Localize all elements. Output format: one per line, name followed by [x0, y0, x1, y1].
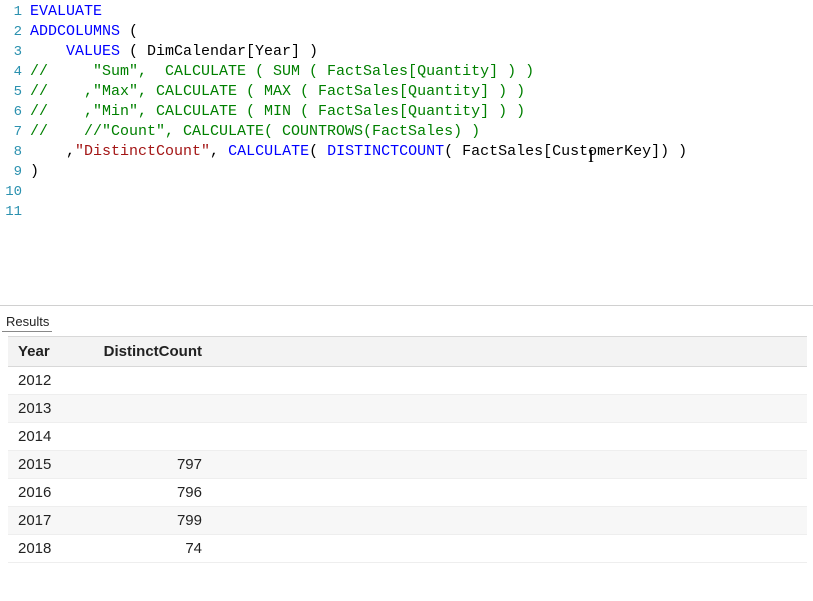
results-panel: Results Year DistinctCount 2012201320142…: [0, 306, 813, 601]
line-number: 10: [0, 182, 30, 202]
code-line[interactable]: 6// ,"Min", CALCULATE ( MIN ( FactSales[…: [0, 102, 813, 122]
code-line[interactable]: 4// "Sum", CALCULATE ( SUM ( FactSales[Q…: [0, 62, 813, 82]
code-content[interactable]: // ,"Max", CALCULATE ( MAX ( FactSales[Q…: [30, 82, 813, 102]
table-row[interactable]: 2015797: [8, 451, 807, 479]
column-header-distinctcount[interactable]: DistinctCount: [72, 337, 212, 367]
cell-year: 2015: [8, 451, 72, 479]
line-number: 3: [0, 42, 30, 62]
cell-blank: [212, 451, 807, 479]
results-tab[interactable]: Results: [2, 312, 52, 332]
line-number: 9: [0, 162, 30, 182]
cell-blank: [212, 507, 807, 535]
column-header-year[interactable]: Year: [8, 337, 72, 367]
cell-distinctcount: 74: [72, 535, 212, 563]
code-content[interactable]: VALUES ( DimCalendar[Year] ): [30, 42, 813, 62]
code-content[interactable]: EVALUATE: [30, 2, 813, 22]
table-header-row: Year DistinctCount: [8, 337, 807, 367]
code-content[interactable]: // "Sum", CALCULATE ( SUM ( FactSales[Qu…: [30, 62, 813, 82]
cell-year: 2017: [8, 507, 72, 535]
cell-year: 2016: [8, 479, 72, 507]
cell-year: 2012: [8, 367, 72, 395]
code-line[interactable]: 8 ,"DistinctCount", CALCULATE( DISTINCTC…: [0, 142, 813, 162]
line-number: 5: [0, 82, 30, 102]
code-line[interactable]: 5// ,"Max", CALCULATE ( MAX ( FactSales[…: [0, 82, 813, 102]
cell-distinctcount: 796: [72, 479, 212, 507]
cell-distinctcount: [72, 423, 212, 451]
code-content[interactable]: ADDCOLUMNS (: [30, 22, 813, 42]
code-line[interactable]: 7// //"Count", CALCULATE( COUNTROWS(Fact…: [0, 122, 813, 142]
line-number: 4: [0, 62, 30, 82]
table-row[interactable]: 2013: [8, 395, 807, 423]
line-number: 6: [0, 102, 30, 122]
code-line[interactable]: 1EVALUATE: [0, 2, 813, 22]
code-content[interactable]: // ,"Min", CALCULATE ( MIN ( FactSales[Q…: [30, 102, 813, 122]
code-editor[interactable]: 1EVALUATE2ADDCOLUMNS (3 VALUES ( DimCale…: [0, 0, 813, 306]
table-row[interactable]: 2017799: [8, 507, 807, 535]
cell-blank: [212, 395, 807, 423]
code-line[interactable]: 3 VALUES ( DimCalendar[Year] ): [0, 42, 813, 62]
cell-distinctcount: [72, 395, 212, 423]
results-table: Year DistinctCount 201220132014201579720…: [8, 336, 807, 563]
cell-year: 2013: [8, 395, 72, 423]
cell-year: 2018: [8, 535, 72, 563]
table-row[interactable]: 2016796: [8, 479, 807, 507]
cell-year: 2014: [8, 423, 72, 451]
column-header-blank: [212, 337, 807, 367]
cell-blank: [212, 479, 807, 507]
cell-blank: [212, 367, 807, 395]
cell-blank: [212, 535, 807, 563]
line-number: 8: [0, 142, 30, 162]
table-row[interactable]: 201874: [8, 535, 807, 563]
code-line[interactable]: 11: [0, 202, 813, 222]
cell-blank: [212, 423, 807, 451]
cell-distinctcount: 799: [72, 507, 212, 535]
table-row[interactable]: 2012: [8, 367, 807, 395]
code-content[interactable]: ): [30, 162, 813, 182]
line-number: 1: [0, 2, 30, 22]
code-line[interactable]: 2ADDCOLUMNS (: [0, 22, 813, 42]
line-number: 2: [0, 22, 30, 42]
table-row[interactable]: 2014: [8, 423, 807, 451]
line-number: 11: [0, 202, 30, 222]
code-line[interactable]: 10: [0, 182, 813, 202]
code-line[interactable]: 9): [0, 162, 813, 182]
code-content[interactable]: ,"DistinctCount", CALCULATE( DISTINCTCOU…: [30, 142, 813, 162]
cell-distinctcount: [72, 367, 212, 395]
cell-distinctcount: 797: [72, 451, 212, 479]
code-content[interactable]: // //"Count", CALCULATE( COUNTROWS(FactS…: [30, 122, 813, 142]
line-number: 7: [0, 122, 30, 142]
